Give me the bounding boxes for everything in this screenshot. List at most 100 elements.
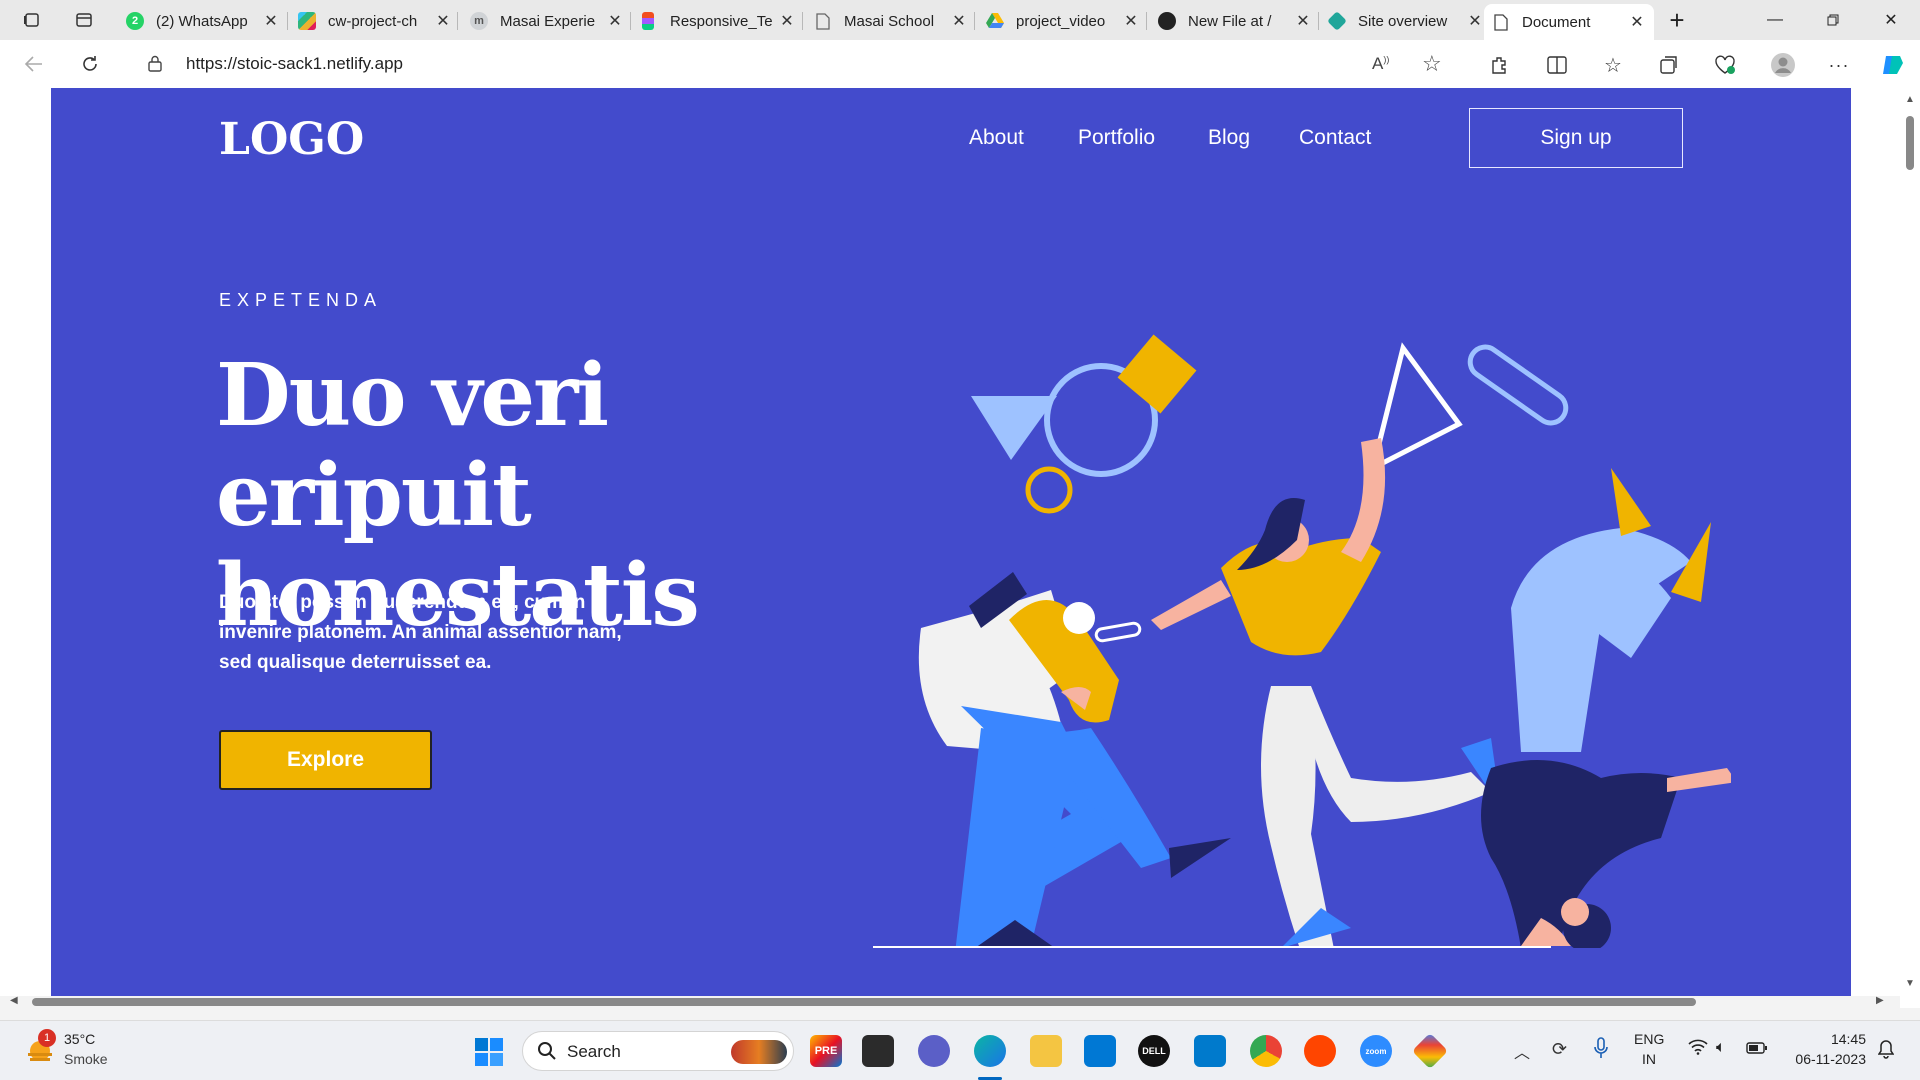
tab-label: Document	[1522, 13, 1591, 31]
signup-button[interactable]: Sign up	[1469, 108, 1683, 168]
read-aloud-icon[interactable]: A))	[1372, 54, 1389, 74]
edge-icon[interactable]	[974, 1035, 1006, 1067]
close-window-button[interactable]: ✕	[1868, 6, 1914, 34]
weather-temperature[interactable]: 35°C	[64, 1031, 95, 1047]
nav-contact[interactable]: Contact	[1299, 126, 1371, 150]
notification-bell-icon[interactable]	[1877, 1039, 1895, 1064]
show-hidden-icons[interactable]: ︿	[1514, 1039, 1530, 1063]
copilot-preview-icon[interactable]: PRE	[810, 1035, 842, 1067]
tab-label: Masai School	[844, 12, 935, 30]
refresh-button[interactable]	[78, 52, 102, 76]
scroll-down-icon[interactable]: ▼	[1905, 978, 1915, 989]
lock-icon[interactable]	[148, 55, 162, 77]
close-icon[interactable]: ✕	[1294, 11, 1312, 31]
tab-whatsapp[interactable]: 2 (2) WhatsApp ✕	[118, 4, 288, 38]
scroll-right-icon[interactable]: ▶	[1876, 995, 1884, 1006]
favorites-icon[interactable]: ☆	[1600, 52, 1626, 78]
horizontal-scrollbar[interactable]: ◀ ▶	[0, 995, 1900, 1008]
tab-site-overview[interactable]: Site overview ✕	[1322, 4, 1492, 38]
tab-github[interactable]: New File at / ✕	[1150, 4, 1320, 38]
document-icon	[1492, 13, 1510, 31]
tab-document[interactable]: Document ✕	[1484, 4, 1654, 40]
dancer-figure	[1151, 438, 1501, 948]
close-icon[interactable]: ✕	[1628, 12, 1646, 32]
minimize-button[interactable]: —	[1752, 6, 1798, 34]
nav-blog[interactable]: Blog	[1208, 126, 1250, 150]
figma-icon	[642, 12, 654, 30]
file-explorer-icon[interactable]	[1030, 1035, 1062, 1067]
site-logo[interactable]: LOGO	[219, 114, 364, 165]
task-view-icon[interactable]	[862, 1035, 894, 1067]
tab-project-video[interactable]: project_video ✕	[978, 4, 1148, 38]
back-button[interactable]	[22, 52, 46, 76]
vertical-scrollbar[interactable]: ▲ ▼	[1900, 88, 1920, 996]
more-options-icon[interactable]: ···	[1826, 52, 1852, 78]
close-icon[interactable]: ✕	[778, 11, 796, 31]
explore-button[interactable]: Explore	[219, 730, 432, 790]
profile-avatar[interactable]	[1770, 52, 1796, 78]
taskbar-search[interactable]: Search	[522, 1031, 794, 1071]
microphone-icon[interactable]	[1594, 1037, 1608, 1064]
sync-icon[interactable]: ⟳	[1552, 1039, 1567, 1060]
weather-description[interactable]: Smoke	[64, 1051, 108, 1067]
dell-icon[interactable]: DELL	[1138, 1035, 1170, 1067]
tab-actions-icon[interactable]	[72, 8, 96, 32]
chrome-icon[interactable]	[1250, 1035, 1282, 1067]
breakdancer-figure	[1481, 468, 1731, 948]
copilot-icon[interactable]	[1880, 52, 1906, 78]
restore-button[interactable]	[1810, 6, 1856, 34]
browser-tab-strip: 2 (2) WhatsApp ✕ cw-project-ch ✕ m Masai…	[0, 0, 1920, 40]
close-icon[interactable]: ✕	[434, 11, 452, 31]
battery-icon[interactable]	[1746, 1041, 1768, 1059]
close-icon[interactable]: ✕	[606, 11, 624, 31]
document-icon	[814, 12, 832, 30]
favorite-star-icon[interactable]: ☆	[1422, 51, 1442, 77]
github-icon	[1158, 12, 1176, 30]
reddit-icon[interactable]	[1304, 1035, 1336, 1067]
url-bar[interactable]: https://stoic-sack1.netlify.app A)) ☆	[126, 46, 1464, 82]
volume-icon[interactable]: 🔈︎	[1716, 1039, 1726, 1057]
weather-alert-badge: 1	[38, 1029, 56, 1047]
language-code[interactable]: ENG	[1634, 1031, 1664, 1047]
language-region[interactable]: IN	[1642, 1051, 1656, 1067]
scroll-thumb-horizontal[interactable]	[32, 998, 1696, 1006]
close-icon[interactable]: ✕	[950, 11, 968, 31]
tab-cw-project[interactable]: cw-project-ch ✕	[290, 4, 460, 38]
wifi-icon[interactable]	[1688, 1039, 1708, 1060]
clock-time[interactable]: 14:45	[1786, 1031, 1866, 1047]
tab-masai-school[interactable]: Masai School ✕	[806, 4, 976, 38]
pinned-app-icon[interactable]	[1411, 1032, 1449, 1070]
microsoft-store-icon[interactable]	[1084, 1035, 1116, 1067]
tab-responsive[interactable]: Responsive_Te ✕	[634, 4, 804, 38]
close-icon[interactable]: ✕	[1466, 11, 1484, 31]
close-icon[interactable]: ✕	[262, 11, 280, 31]
scroll-up-icon[interactable]: ▲	[1905, 94, 1915, 105]
browser-essentials-icon[interactable]	[1712, 52, 1738, 78]
clock-date[interactable]: 06-11-2023	[1786, 1051, 1866, 1067]
tab-masai-experience[interactable]: m Masai Experie ✕	[462, 4, 632, 38]
address-toolbar: https://stoic-sack1.netlify.app A)) ☆ ☆ …	[0, 40, 1920, 88]
nav-portfolio[interactable]: Portfolio	[1078, 126, 1155, 150]
chat-icon[interactable]	[918, 1035, 950, 1067]
collections-icon[interactable]	[1656, 52, 1682, 78]
vscode-icon[interactable]	[1194, 1035, 1226, 1067]
tab-label: New File at /	[1188, 12, 1272, 30]
new-tab-button[interactable]: +	[1654, 5, 1700, 35]
split-screen-icon[interactable]	[1544, 52, 1570, 78]
zoom-icon[interactable]: zoom	[1360, 1035, 1392, 1067]
nav-about[interactable]: About	[969, 126, 1024, 150]
scroll-thumb[interactable]	[1906, 116, 1914, 170]
search-placeholder: Search	[567, 1042, 621, 1061]
weather-icon[interactable]: 1	[24, 1029, 56, 1067]
extensions-icon[interactable]	[1486, 52, 1512, 78]
outline-triangle-shape	[1369, 342, 1463, 473]
workspaces-icon[interactable]	[20, 8, 44, 32]
tab-label: Masai Experie	[500, 12, 596, 30]
start-button[interactable]	[474, 1037, 504, 1067]
headline-line-1: Duo veri eripuit	[216, 345, 609, 546]
slack-icon	[298, 12, 316, 30]
scroll-left-icon[interactable]: ◀	[10, 995, 18, 1006]
hero-kicker: EXPETENDA	[219, 290, 383, 310]
windows-taskbar: 1 35°C Smoke Search PRE DELL zoom ︿ ⟳ EN…	[0, 1020, 1920, 1080]
close-icon[interactable]: ✕	[1122, 11, 1140, 31]
